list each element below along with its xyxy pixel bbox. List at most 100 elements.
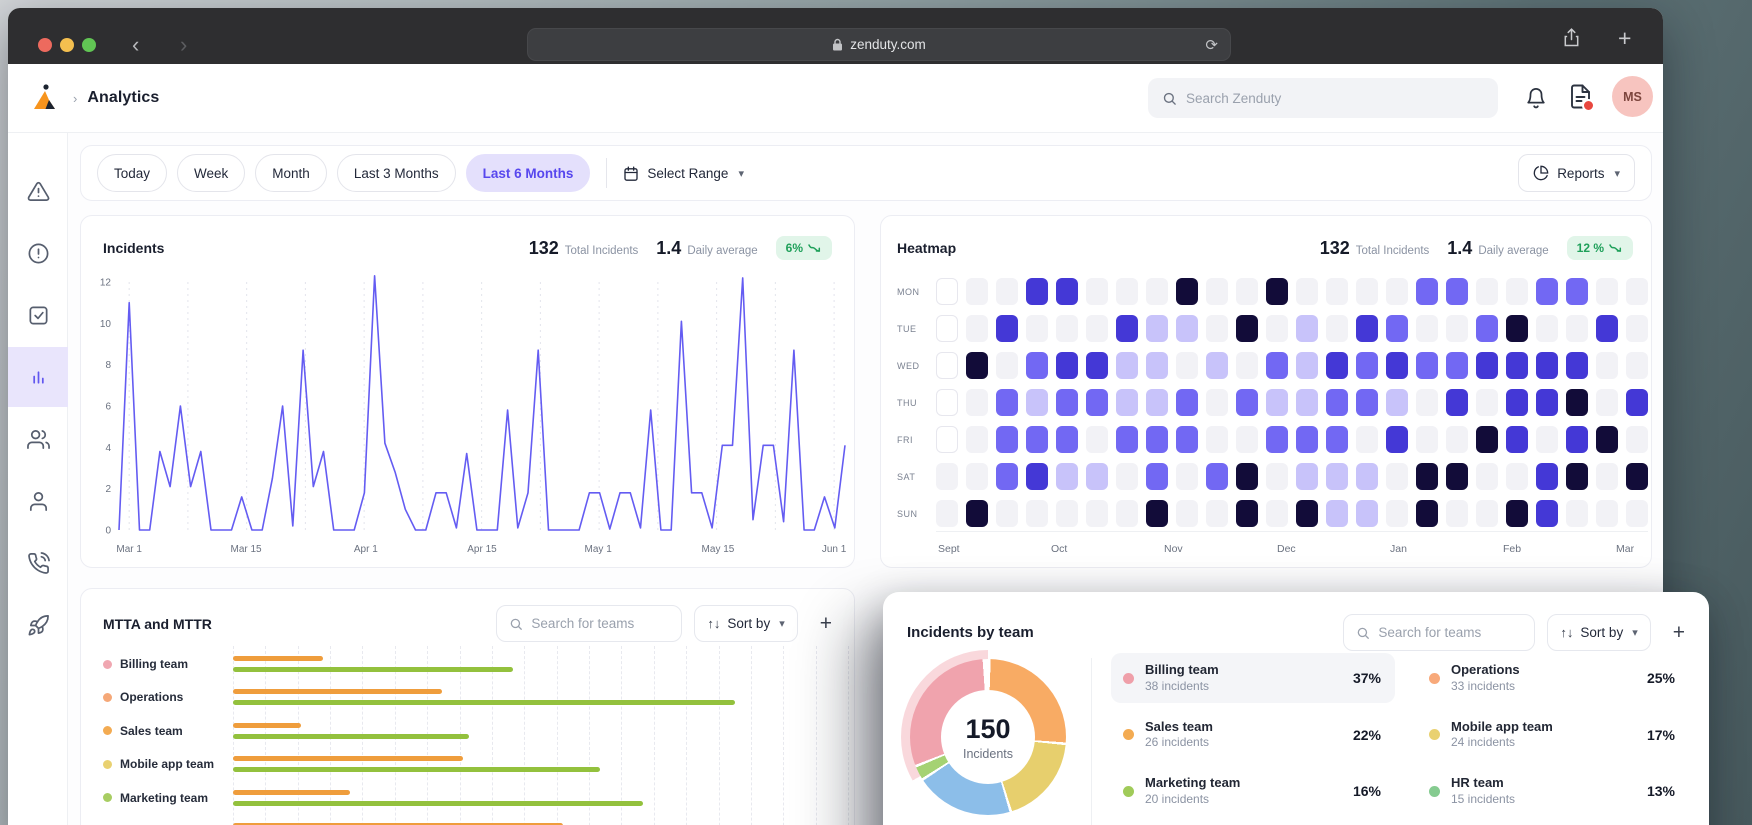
- browser-forward-button[interactable]: ›: [180, 32, 187, 58]
- heatmap-cell: [1356, 389, 1378, 416]
- heatmap-cell: [1296, 426, 1318, 453]
- reports-label: Reports: [1557, 166, 1604, 181]
- heatmap-cell: [1056, 389, 1078, 416]
- heatmap-cell: [1116, 315, 1138, 342]
- avatar[interactable]: MS: [1612, 76, 1653, 117]
- heatmap-cell: [1506, 463, 1528, 490]
- heatmap-cell: [1086, 352, 1108, 379]
- add-chart-button[interactable]: +: [1673, 621, 1685, 645]
- heatmap-cell: [1176, 315, 1198, 342]
- notifications-bell-icon[interactable]: [1525, 86, 1547, 110]
- sidebar-item-alert-circle[interactable]: [8, 223, 68, 283]
- search-icon: [1162, 91, 1177, 106]
- heatmap-cell: [1326, 500, 1348, 527]
- heatmap-card: Heatmap 132Total Incidents 1.4Daily aver…: [880, 215, 1652, 568]
- new-tab-icon[interactable]: +: [1618, 25, 1631, 52]
- heatmap-cell: [1356, 500, 1378, 527]
- heatmap-cell: [1596, 315, 1618, 342]
- heatmap-cell: [996, 463, 1018, 490]
- legend-incident-count: 15 incidents: [1451, 792, 1515, 808]
- global-search-input[interactable]: Search Zenduty: [1148, 78, 1498, 118]
- reports-doc-icon[interactable]: [1570, 84, 1591, 114]
- window-close-button[interactable]: [38, 38, 52, 52]
- heatmap-cell: [1356, 463, 1378, 490]
- legend-row-mobile-app-team[interactable]: Mobile app team24 incidents17%: [1417, 710, 1689, 760]
- teams-search-input[interactable]: Search for teams: [1343, 614, 1535, 651]
- heatmap-cell: [966, 500, 988, 527]
- heatmap-cell: [1086, 315, 1108, 342]
- heatmap-cell: [1296, 278, 1318, 305]
- team-label: Mobile app team: [103, 757, 214, 771]
- heatmap-cell: [1536, 463, 1558, 490]
- heatmap-cell: [1086, 500, 1108, 527]
- heatmap-cell: [1446, 500, 1468, 527]
- legend-row-marketing-team[interactable]: Marketing team20 incidents16%: [1111, 766, 1395, 816]
- heatmap-row-label: TUE: [897, 324, 917, 334]
- sidebar-item-users[interactable]: [8, 409, 68, 469]
- mtta-bar: [233, 656, 323, 661]
- sidebar-item-rocket[interactable]: [8, 595, 68, 655]
- legend-row-billing-team[interactable]: Billing team38 incidents37%: [1111, 653, 1395, 703]
- svg-text:12: 12: [100, 278, 112, 289]
- zenduty-logo[interactable]: [30, 83, 61, 113]
- share-icon[interactable]: [1563, 28, 1580, 47]
- heatmap-cell: [1416, 500, 1438, 527]
- heatmap-cell: [1086, 463, 1108, 490]
- heatmap-cell: [1296, 352, 1318, 379]
- mttr-bar: [233, 767, 600, 772]
- heatmap-cell: [996, 352, 1018, 379]
- mtta-bar: [233, 689, 442, 694]
- chevron-down-icon: ▾: [738, 167, 744, 180]
- heatmap-cell: [1176, 500, 1198, 527]
- svg-text:0: 0: [105, 526, 111, 537]
- filter-pill-today[interactable]: Today: [97, 154, 167, 192]
- reports-button[interactable]: Reports ▾: [1518, 154, 1635, 192]
- heatmap-cell: [1116, 426, 1138, 453]
- filter-pill-week[interactable]: Week: [177, 154, 245, 192]
- heatmap-cell: [1506, 500, 1528, 527]
- filter-pill-last-6-months[interactable]: Last 6 Months: [466, 154, 591, 192]
- heatmap-cell: [1266, 352, 1288, 379]
- heatmap-cell: [1236, 315, 1258, 342]
- heatmap-cell: [1566, 278, 1588, 305]
- heatmap-cell: [1386, 426, 1408, 453]
- heatmap-cell: [1326, 426, 1348, 453]
- heatmap-cell: [1476, 426, 1498, 453]
- heatmap-cell: [1236, 352, 1258, 379]
- heatmap-cell: [1206, 389, 1228, 416]
- address-bar[interactable]: zenduty.com ⟳: [527, 28, 1231, 61]
- sidebar-item-bar-chart[interactable]: [8, 347, 68, 407]
- heatmap-row-label: FRI: [897, 435, 913, 445]
- sidebar-item-alert-triangle[interactable]: [8, 161, 68, 221]
- legend-row-sales-team[interactable]: Sales team26 incidents22%: [1111, 710, 1395, 760]
- sidebar-item-user[interactable]: [8, 471, 68, 531]
- select-range-label: Select Range: [647, 166, 728, 181]
- svg-text:Mar 15: Mar 15: [230, 544, 262, 555]
- svg-text:4: 4: [105, 443, 111, 454]
- legend-row-operations[interactable]: Operations33 incidents25%: [1417, 653, 1689, 703]
- window-zoom-button[interactable]: [82, 38, 96, 52]
- select-range-button[interactable]: Select Range ▾: [623, 165, 744, 182]
- sidebar-item-phone-call[interactable]: [8, 533, 68, 593]
- legend-row-hr-team[interactable]: HR team15 incidents13%: [1417, 766, 1689, 816]
- reload-icon[interactable]: ⟳: [1205, 36, 1218, 54]
- filter-pill-last-3-months[interactable]: Last 3 Months: [337, 154, 456, 192]
- heatmap-cell: [1446, 278, 1468, 305]
- heatmap-cell: [1146, 278, 1168, 305]
- heatmap-cell: [966, 352, 988, 379]
- heatmap-cell: [1596, 352, 1618, 379]
- heatmap-cell: [1326, 389, 1348, 416]
- heatmap-cell: [936, 352, 958, 379]
- filter-pill-month[interactable]: Month: [255, 154, 327, 192]
- heatmap-cell: [1176, 426, 1198, 453]
- heatmap-cell: [1536, 500, 1558, 527]
- sort-by-button[interactable]: ↑↓ Sort by ▾: [1547, 614, 1650, 651]
- sidebar-item-check-square[interactable]: [8, 285, 68, 345]
- heatmap-cell: [1566, 426, 1588, 453]
- window-minimize-button[interactable]: [60, 38, 74, 52]
- bar-chart-icon: [27, 366, 50, 389]
- heatmap-cell: [1416, 463, 1438, 490]
- browser-back-button[interactable]: ‹: [132, 32, 139, 58]
- chevron-down-icon: ▾: [1632, 626, 1638, 639]
- team-label: Sales team: [103, 724, 183, 738]
